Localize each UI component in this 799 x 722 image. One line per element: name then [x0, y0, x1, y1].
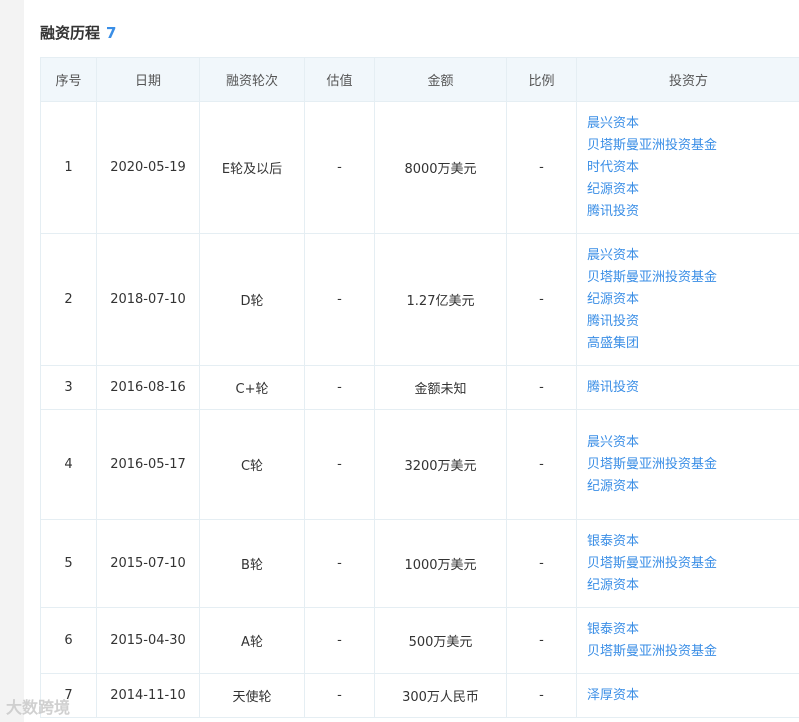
investor-link[interactable]: 泽厚资本: [587, 685, 799, 707]
cell-amount: 500万美元: [374, 607, 507, 674]
cell-valuation: -: [304, 101, 375, 234]
investor-link[interactable]: 贝塔斯曼亚洲投资基金: [587, 454, 799, 476]
left-gutter: [0, 0, 24, 722]
investor-link[interactable]: 银泰资本: [587, 531, 799, 553]
investor-link[interactable]: 时代资本: [587, 157, 799, 179]
investor-link[interactable]: 贝塔斯曼亚洲投资基金: [587, 267, 799, 289]
cell-valuation: -: [304, 409, 375, 520]
cell-valuation: -: [304, 519, 375, 608]
cell-round: B轮: [199, 519, 305, 608]
cell-date: 2018-07-10: [96, 233, 200, 366]
cell-index: 2: [40, 233, 97, 366]
table-row: 7 2014-11-10 天使轮 -300万人民币 - 泽厚资本: [40, 673, 799, 718]
cell-date: 2015-07-10: [96, 519, 200, 608]
cell-amount: 金额未知: [374, 365, 507, 410]
cell-investors: 腾讯投资: [576, 365, 799, 410]
cell-investors: 银泰资本 贝塔斯曼亚洲投资基金: [576, 607, 799, 674]
investor-link[interactable]: 腾讯投资: [587, 311, 799, 333]
cell-investors: 泽厚资本: [576, 673, 799, 718]
investor-link[interactable]: 腾讯投资: [587, 377, 799, 399]
cell-investors: 晨兴资本 贝塔斯曼亚洲投资基金 纪源资本: [576, 409, 799, 520]
cell-ratio: -: [506, 233, 577, 366]
cell-amount: 1000万美元: [374, 519, 507, 608]
funding-count: 7: [106, 24, 117, 42]
investor-link[interactable]: 腾讯投资: [587, 201, 799, 223]
cell-date: 2020-05-19: [96, 101, 200, 234]
investor-link[interactable]: 晨兴资本: [587, 245, 799, 267]
investor-link[interactable]: 纪源资本: [587, 179, 799, 201]
watermark-logo: 大数跨境: [6, 694, 70, 718]
cell-amount: 300万人民币: [374, 673, 507, 718]
cell-index: 4: [40, 409, 97, 520]
cell-index: 6: [40, 607, 97, 674]
cell-investors: 银泰资本 贝塔斯曼亚洲投资基金 纪源资本: [576, 519, 799, 608]
investor-link[interactable]: 贝塔斯曼亚洲投资基金: [587, 641, 799, 663]
cell-date: 2016-05-17: [96, 409, 200, 520]
investor-link[interactable]: 贝塔斯曼亚洲投资基金: [587, 135, 799, 157]
investor-link[interactable]: 银泰资本: [587, 619, 799, 641]
cell-valuation: -: [304, 233, 375, 366]
header-index: 序号: [40, 57, 97, 102]
cell-ratio: -: [506, 673, 577, 718]
cell-round: 天使轮: [199, 673, 305, 718]
cell-index: 1: [40, 101, 97, 234]
cell-investors: 晨兴资本 贝塔斯曼亚洲投资基金 时代资本 纪源资本 腾讯投资: [576, 101, 799, 234]
cell-round: C+轮: [199, 365, 305, 410]
header-ratio: 比例: [506, 57, 577, 102]
cell-ratio: -: [506, 101, 577, 234]
table-row: 1 2020-05-19 E轮及以后 -8000万美元 - 晨兴资本 贝塔斯曼亚洲投资基金时…: [40, 101, 799, 234]
table-row: 6 2015-04-30 A轮 -500万美元 - 银泰资本 贝塔斯曼亚洲投资基金: [40, 607, 799, 674]
cell-index: 5: [40, 519, 97, 608]
cell-amount: 1.27亿美元: [374, 233, 507, 366]
table-row: 5 2015-07-10 B轮 -1000万美元 - 银泰资本 贝塔斯曼亚洲投资基金 纪源资本: [40, 519, 799, 608]
cell-amount: 3200万美元: [374, 409, 507, 520]
cell-valuation: -: [304, 365, 375, 410]
investor-link[interactable]: 贝塔斯曼亚洲投资基金: [587, 553, 799, 575]
cell-date: 2014-11-10: [96, 673, 200, 718]
cell-investors: 晨兴资本 贝塔斯曼亚洲投资基金 纪源资本 腾讯投资 高盛集团: [576, 233, 799, 366]
investor-link[interactable]: 晨兴资本: [587, 113, 799, 135]
cell-date: 2015-04-30: [96, 607, 200, 674]
cell-ratio: -: [506, 607, 577, 674]
table-header-row: 序号 日期 融资轮次 估值 金额 比例 投资方: [40, 57, 799, 102]
cell-ratio: -: [506, 409, 577, 520]
cell-valuation: -: [304, 607, 375, 674]
cell-round: A轮: [199, 607, 305, 674]
cell-round: D轮: [199, 233, 305, 366]
cell-ratio: -: [506, 519, 577, 608]
cell-valuation: -: [304, 673, 375, 718]
cell-round: C轮: [199, 409, 305, 520]
header-amount: 金额: [374, 57, 507, 102]
investor-link[interactable]: 纪源资本: [587, 575, 799, 597]
header-round: 融资轮次: [199, 57, 305, 102]
cell-ratio: -: [506, 365, 577, 410]
investor-link[interactable]: 高盛集团: [587, 333, 799, 355]
header-date: 日期: [96, 57, 200, 102]
header-investors: 投资方: [576, 57, 799, 102]
cell-round: E轮及以后: [199, 101, 305, 234]
watermark-text: 大数跨境: [6, 698, 71, 717]
investor-link[interactable]: 纪源资本: [587, 476, 799, 498]
investor-link[interactable]: 晨兴资本: [587, 432, 799, 454]
cell-date: 2016-08-16: [96, 365, 200, 410]
header-valuation: 估值: [304, 57, 375, 102]
table-row: 2 2018-07-10 D轮 -1.27亿美元 - 晨兴资本 贝塔斯曼亚洲投资基金 纪源资本…: [40, 233, 799, 366]
section-title: 融资历程 7: [40, 22, 116, 43]
table-row: 4 2016-05-17 C轮 -3200万美元 - 晨兴资本 贝塔斯曼亚洲投资基金 纪源资本: [40, 409, 799, 520]
cell-amount: 8000万美元: [374, 101, 507, 234]
funding-table: 序号 日期 融资轮次 估值 金额 比例 投资方 1 2020-05-19 E轮及以后…: [40, 57, 799, 718]
investor-link[interactable]: 纪源资本: [587, 289, 799, 311]
table-row: 3 2016-08-16 C+轮 - 金额未知 - 腾讯投资: [40, 365, 799, 410]
cell-index: 3: [40, 365, 97, 410]
section-title-text: 融资历程: [40, 24, 101, 42]
